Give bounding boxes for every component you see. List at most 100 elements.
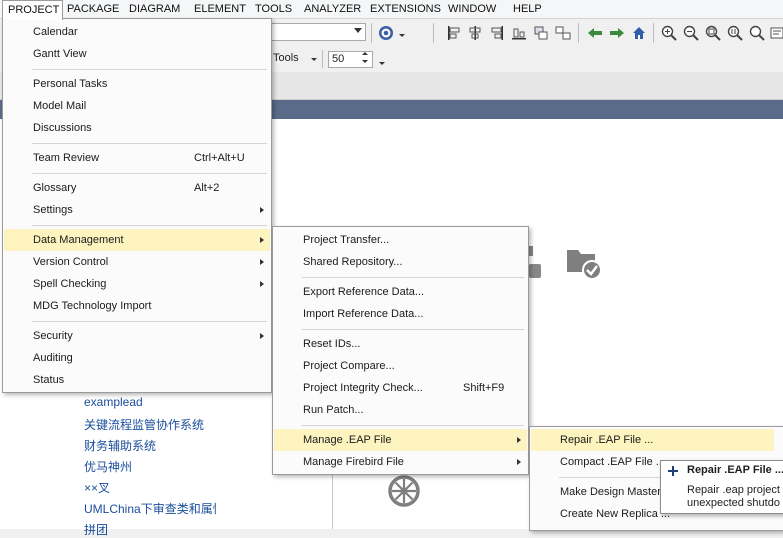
menu-item-calendar[interactable]: Calendar xyxy=(4,21,270,43)
zoom-fit-icon[interactable] xyxy=(705,25,721,41)
dropdown-arrow-icon[interactable] xyxy=(399,34,405,37)
recent-project-link[interactable]: ××叉 xyxy=(84,479,110,496)
same-size-icon[interactable] xyxy=(533,25,549,41)
menu-item-manage-eap-file[interactable]: Manage .EAP File xyxy=(274,429,527,451)
menu-item-label: Spell Checking xyxy=(33,278,107,290)
tooltip-title: Repair .EAP File ... xyxy=(687,464,783,476)
menu-item-project-compare[interactable]: Project Compare... xyxy=(274,355,527,377)
toolbar-separator xyxy=(371,23,372,43)
folder-check-icon[interactable] xyxy=(565,244,603,280)
forward-arrow-icon[interactable] xyxy=(609,25,625,41)
menu-item-label: Shared Repository... xyxy=(303,256,403,268)
menu-item-label: Glossary xyxy=(33,182,77,194)
menu-item-auditing[interactable]: Auditing xyxy=(4,347,270,369)
menu-analyzer[interactable]: ANALYZER xyxy=(304,0,361,18)
recent-project-link[interactable]: examplead xyxy=(84,395,143,409)
recent-project-link[interactable]: 财务辅助系统 xyxy=(84,437,156,454)
menu-item-data-management[interactable]: Data Management xyxy=(4,229,270,251)
plus-icon xyxy=(668,466,678,476)
menu-item-manage-firebird-file[interactable]: Manage Firebird File xyxy=(274,451,527,473)
menu-separator xyxy=(32,173,267,174)
recent-project-link[interactable]: 关键流程监管协作系统 xyxy=(84,416,204,433)
tools-label: Tools xyxy=(273,52,299,64)
menu-item-label: Auditing xyxy=(33,352,73,364)
menu-item-export-reference-data[interactable]: Export Reference Data... xyxy=(274,281,527,303)
submenu-arrow-icon xyxy=(260,237,264,243)
recent-project-link[interactable]: 拼团 xyxy=(84,521,108,538)
menu-item-shortcut: Shift+F9 xyxy=(463,382,505,394)
spin-up-icon[interactable] xyxy=(362,52,368,55)
menu-item-project-integrity-check[interactable]: Project Integrity Check... Shift+F9 xyxy=(274,377,527,399)
menu-item-team-review[interactable]: Team Review Ctrl+Alt+U xyxy=(4,147,270,169)
tools-dropdown[interactable]: Tools xyxy=(273,52,299,64)
zoom-100-icon[interactable] xyxy=(727,25,743,41)
menu-help[interactable]: HELP xyxy=(513,0,542,18)
zoom-in-icon[interactable] xyxy=(661,25,677,41)
help-icon[interactable] xyxy=(378,25,394,41)
menu-item-personal-tasks[interactable]: Personal Tasks xyxy=(4,73,270,95)
menu-item-run-patch[interactable]: Run Patch... xyxy=(274,399,527,421)
menu-window[interactable]: WINDOW xyxy=(448,0,496,18)
recent-project-link[interactable]: 优马神州 xyxy=(84,458,132,475)
menu-separator xyxy=(302,329,524,330)
toolbar-overflow-icon[interactable] xyxy=(379,62,385,65)
arrange-icon[interactable] xyxy=(555,25,571,41)
menu-diagram[interactable]: DIAGRAM xyxy=(129,0,180,18)
home-icon[interactable] xyxy=(631,25,647,41)
menu-item-status[interactable]: Status xyxy=(4,369,270,391)
menu-separator xyxy=(302,277,524,278)
menu-item-label: Version Control xyxy=(33,256,109,268)
align-center-icon[interactable] xyxy=(467,25,483,41)
tools-dropdown-arrow-icon[interactable] xyxy=(311,58,317,61)
menu-item-project-transfer[interactable]: Project Transfer... xyxy=(274,229,527,251)
menu-package[interactable]: PACKAGE xyxy=(67,0,119,18)
spin-down-icon[interactable] xyxy=(362,60,368,63)
menu-item-discussions[interactable]: Discussions xyxy=(4,117,270,139)
menu-item-shared-repository[interactable]: Shared Repository... xyxy=(274,251,527,273)
align-right-icon[interactable] xyxy=(489,25,505,41)
recent-project-link[interactable]: UMLChina下审查类和属性 xyxy=(84,500,216,517)
tooltip-text-line1: Repair .eap project xyxy=(687,484,780,496)
menu-item-label: Project Integrity Check... xyxy=(303,382,423,394)
menu-item-security[interactable]: Security xyxy=(4,325,270,347)
menu-item-label: Project Transfer... xyxy=(303,234,390,246)
more-tools-icon[interactable] xyxy=(769,25,783,41)
search-icon[interactable] xyxy=(749,25,765,41)
back-arrow-icon[interactable] xyxy=(587,25,603,41)
menu-item-label: MDG Technology Import xyxy=(33,300,152,312)
menu-item-settings[interactable]: Settings xyxy=(4,199,270,221)
menu-item-shortcut: Ctrl+Alt+U xyxy=(194,152,245,164)
menu-item-model-mail[interactable]: Model Mail xyxy=(4,95,270,117)
menu-item-label: Discussions xyxy=(33,122,92,134)
menu-item-glossary[interactable]: Glossary Alt+2 xyxy=(4,177,270,199)
menu-item-repair-eap-file-highlight[interactable]: Repair .EAP File ... xyxy=(531,429,774,451)
menu-item-gantt-view[interactable]: Gantt View xyxy=(4,43,270,65)
menu-item-mdg-technology-import[interactable]: MDG Technology Import xyxy=(4,295,270,317)
menu-item-spell-checking[interactable]: Spell Checking xyxy=(4,273,270,295)
align-left-icon[interactable] xyxy=(446,25,462,41)
menu-tools[interactable]: TOOLS xyxy=(255,0,292,18)
menu-separator xyxy=(302,425,524,426)
align-bottom-icon[interactable] xyxy=(511,25,527,41)
menu-item-import-reference-data[interactable]: Import Reference Data... xyxy=(274,303,527,325)
menu-separator xyxy=(32,69,267,70)
menu-extensions[interactable]: EXTENSIONS xyxy=(370,0,441,18)
toolbar-combo[interactable] xyxy=(270,23,366,41)
menu-item-reset-ids[interactable]: Reset IDs... xyxy=(274,333,527,355)
menu-item-label: Run Patch... xyxy=(303,404,364,416)
menu-item-label: Compact .EAP File ... xyxy=(560,456,665,468)
submenu-arrow-icon xyxy=(517,437,521,443)
menu-item-version-control[interactable]: Version Control xyxy=(4,251,270,273)
toolbar-separator xyxy=(322,50,323,68)
menu-project[interactable]: PROJECT xyxy=(2,0,63,20)
menu-item-label: Model Mail xyxy=(33,100,87,112)
zoom-out-icon[interactable] xyxy=(683,25,699,41)
menu-element[interactable]: ELEMENT xyxy=(194,0,246,18)
chevron-down-icon xyxy=(354,28,362,33)
menu-item-label: Settings xyxy=(33,204,73,216)
menu-item-label: Create New Replica ... xyxy=(560,508,671,520)
menu-item-label: Status xyxy=(33,374,65,386)
wheel-icon[interactable] xyxy=(387,474,421,508)
menu-separator xyxy=(32,143,267,144)
menu-item-label: Calendar xyxy=(33,26,78,38)
